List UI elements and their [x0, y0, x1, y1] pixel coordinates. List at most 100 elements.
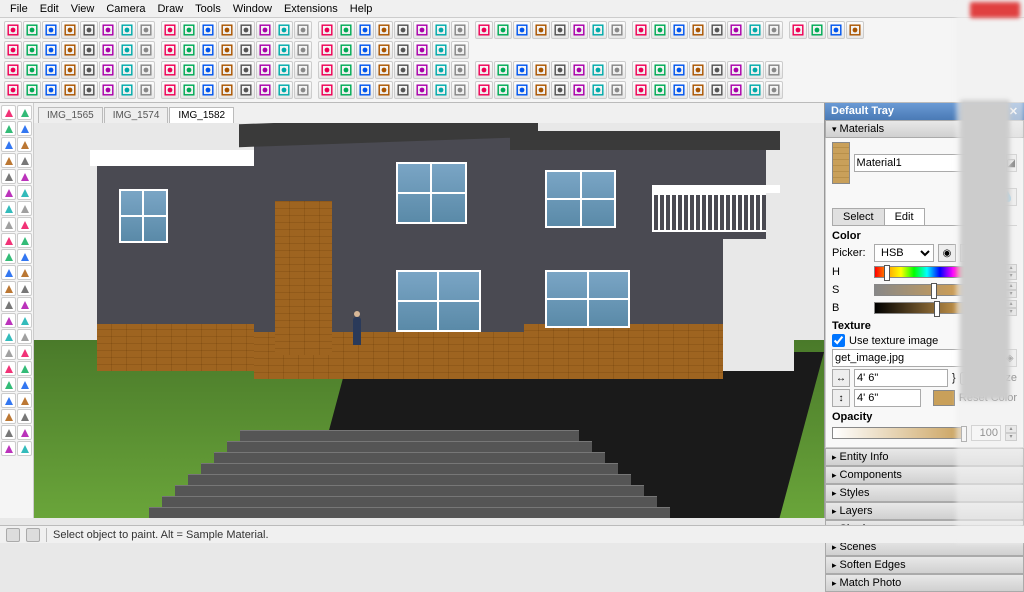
picker-select[interactable]: HSB — [874, 244, 934, 262]
sat-input[interactable] — [971, 282, 1001, 298]
toolbar-button[interactable] — [199, 21, 217, 39]
tool-button[interactable] — [1, 201, 16, 216]
menu-camera[interactable]: Camera — [100, 3, 151, 15]
toolbar-button[interactable] — [494, 81, 512, 99]
toolbar-button[interactable] — [375, 61, 393, 79]
toolbar-button[interactable] — [394, 41, 412, 59]
toolbar-button[interactable] — [708, 81, 726, 99]
toolbar-button[interactable] — [161, 81, 179, 99]
toolbar-button[interactable] — [61, 81, 79, 99]
toolbar-button[interactable] — [475, 61, 493, 79]
tool-button[interactable] — [1, 425, 16, 440]
toolbar-button[interactable] — [337, 81, 355, 99]
toolbar-button[interactable] — [180, 41, 198, 59]
tool-button[interactable] — [1, 281, 16, 296]
tool-button[interactable] — [1, 121, 16, 136]
toolbar-button[interactable] — [570, 81, 588, 99]
toolbar-button[interactable] — [670, 61, 688, 79]
toolbar-button[interactable] — [294, 21, 312, 39]
toolbar-button[interactable] — [256, 61, 274, 79]
toolbar-button[interactable] — [4, 41, 22, 59]
toolbar-button[interactable] — [765, 21, 783, 39]
toolbar-button[interactable] — [394, 81, 412, 99]
tool-button[interactable] — [1, 153, 16, 168]
panel-soften-edges[interactable]: Soften Edges — [825, 556, 1024, 574]
tool-button[interactable] — [1, 393, 16, 408]
tool-button[interactable] — [1, 265, 16, 280]
toolbar-button[interactable] — [670, 21, 688, 39]
panel-layers[interactable]: Layers — [825, 502, 1024, 520]
toolbar-button[interactable] — [4, 21, 22, 39]
eyedropper-icon[interactable]: 💧 — [999, 188, 1017, 206]
toolbar-button[interactable] — [61, 21, 79, 39]
tool-button[interactable] — [17, 441, 32, 456]
reset-color-swatch[interactable] — [933, 390, 955, 406]
toolbar-button[interactable] — [80, 21, 98, 39]
toolbar-button[interactable] — [689, 21, 707, 39]
tool-button[interactable] — [17, 265, 32, 280]
menu-help[interactable]: Help — [344, 3, 379, 15]
toolbar-button[interactable] — [513, 81, 531, 99]
opacity-slider[interactable] — [832, 427, 967, 439]
menu-draw[interactable]: Draw — [151, 3, 189, 15]
toolbar-button[interactable] — [318, 61, 336, 79]
tray-close-icon[interactable]: ✕ — [1009, 105, 1018, 118]
toolbar-button[interactable] — [42, 41, 60, 59]
toolbar-button[interactable] — [199, 41, 217, 59]
colorize-checkbox[interactable] — [960, 372, 973, 385]
tab-img-1574[interactable]: IMG_1574 — [104, 107, 169, 123]
panel-entity-info[interactable]: Entity Info — [825, 448, 1024, 466]
toolbar-button[interactable] — [375, 81, 393, 99]
menu-edit[interactable]: Edit — [34, 3, 65, 15]
panel-match-photo[interactable]: Match Photo — [825, 574, 1024, 592]
toolbar-button[interactable] — [256, 41, 274, 59]
tool-button[interactable] — [17, 409, 32, 424]
toolbar-button[interactable] — [137, 41, 155, 59]
toolbar-button[interactable] — [256, 21, 274, 39]
toolbar-button[interactable] — [651, 61, 669, 79]
toolbar-button[interactable] — [237, 41, 255, 59]
toolbar-button[interactable] — [356, 21, 374, 39]
toolbar-button[interactable] — [99, 21, 117, 39]
tool-button[interactable] — [17, 153, 32, 168]
toolbar-button[interactable] — [356, 41, 374, 59]
toolbar-button[interactable] — [513, 61, 531, 79]
toolbar-button[interactable] — [846, 21, 864, 39]
toolbar-button[interactable] — [708, 61, 726, 79]
toolbar-button[interactable] — [451, 41, 469, 59]
toolbar-button[interactable] — [727, 21, 745, 39]
toolbar-button[interactable] — [451, 61, 469, 79]
toolbar-button[interactable] — [218, 81, 236, 99]
toolbar-button[interactable] — [42, 81, 60, 99]
menu-view[interactable]: View — [65, 3, 101, 15]
tool-button[interactable] — [1, 313, 16, 328]
toolbar-button[interactable] — [808, 21, 826, 39]
toolbar-button[interactable] — [432, 81, 450, 99]
toolbar-button[interactable] — [237, 21, 255, 39]
tool-button[interactable] — [17, 249, 32, 264]
toolbar-button[interactable] — [4, 61, 22, 79]
toolbar-button[interactable] — [532, 61, 550, 79]
tray-title-bar[interactable]: Default Tray ✕ — [825, 103, 1024, 120]
toolbar-button[interactable] — [394, 21, 412, 39]
tool-button[interactable] — [1, 105, 16, 120]
tool-button[interactable] — [17, 313, 32, 328]
toolbar-button[interactable] — [589, 81, 607, 99]
menu-tools[interactable]: Tools — [189, 3, 227, 15]
toolbar-button[interactable] — [99, 81, 117, 99]
tool-button[interactable] — [1, 441, 16, 456]
tool-button[interactable] — [17, 233, 32, 248]
toolbar-button[interactable] — [765, 61, 783, 79]
panel-materials-header[interactable]: Materials — [825, 120, 1024, 138]
toolbar-button[interactable] — [689, 61, 707, 79]
toolbar-button[interactable] — [23, 81, 41, 99]
toolbar-button[interactable] — [23, 41, 41, 59]
texture-width-input[interactable] — [854, 369, 948, 387]
tab-img-1582[interactable]: IMG_1582 — [169, 107, 234, 123]
toolbar-button[interactable] — [118, 21, 136, 39]
status-man-icon[interactable] — [26, 528, 40, 542]
tool-button[interactable] — [17, 169, 32, 184]
opacity-input[interactable] — [971, 425, 1001, 441]
toolbar-button[interactable] — [651, 81, 669, 99]
toolbar-button[interactable] — [180, 81, 198, 99]
